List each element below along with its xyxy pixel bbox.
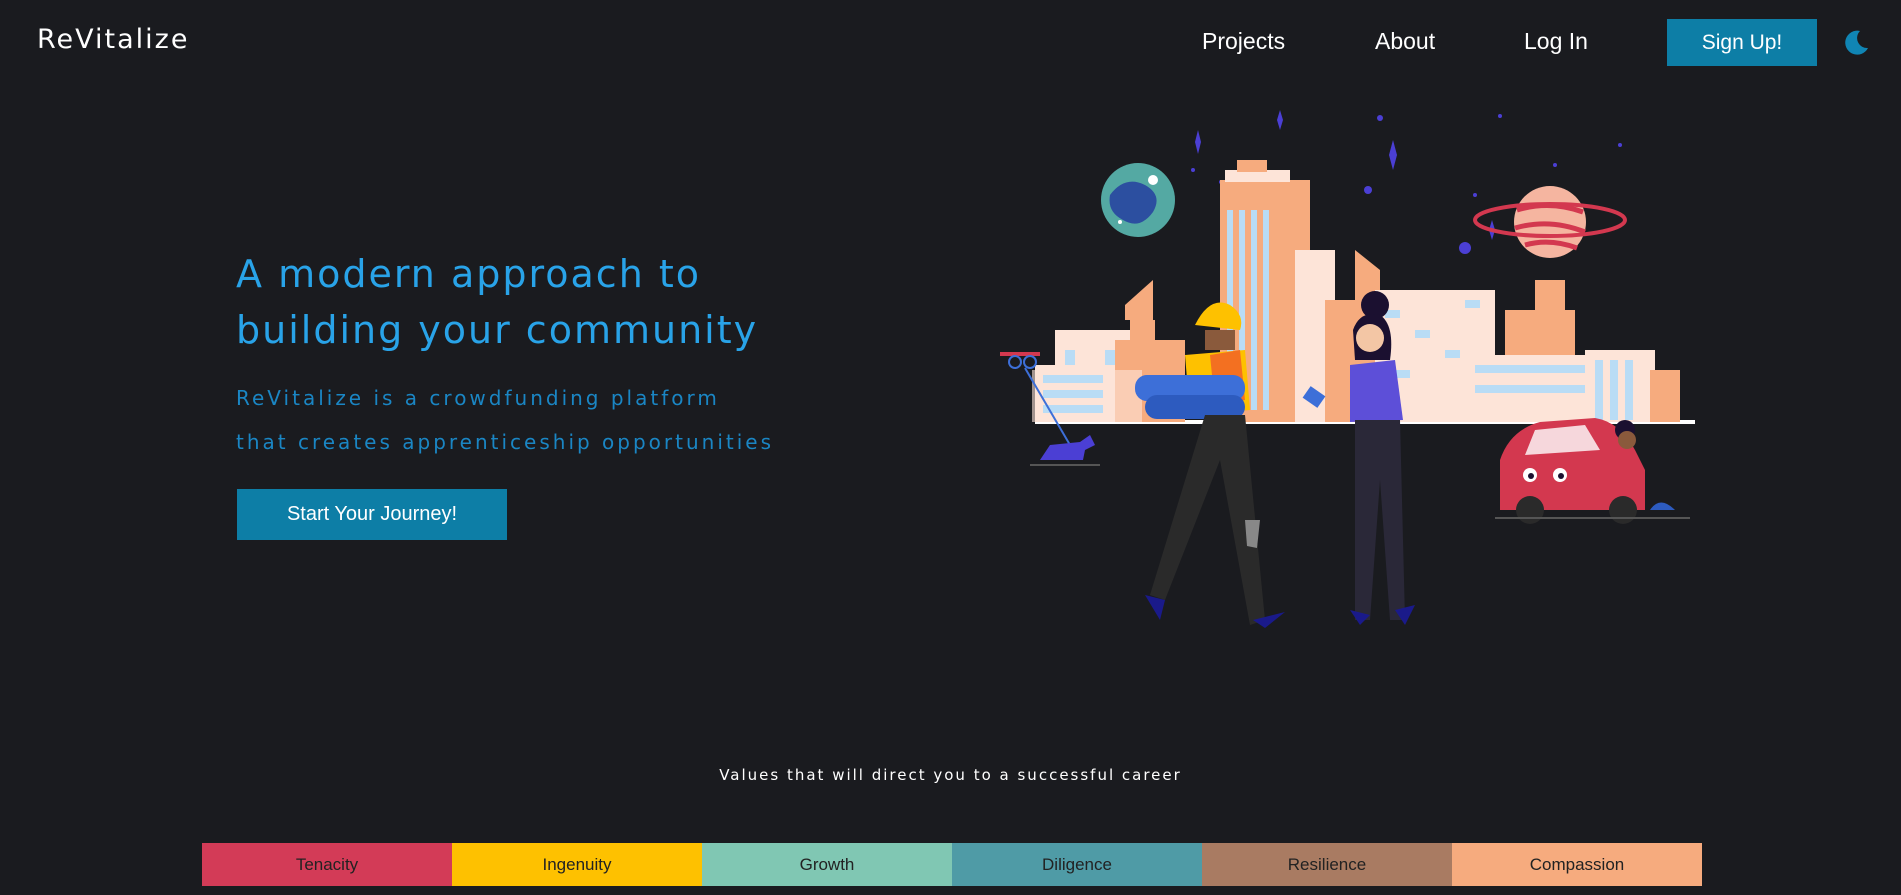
nav-link-login[interactable]: Log In [1524,28,1588,55]
signup-button[interactable]: Sign Up! [1667,19,1817,66]
value-tenacity: Tenacity [202,843,452,886]
value-growth: Growth [702,843,952,886]
value-ingenuity: Ingenuity [452,843,702,886]
moon-icon[interactable] [1842,28,1870,56]
value-compassion: Compassion [1452,843,1702,886]
hero-title-line: A modern approach to [236,252,702,296]
earth-planet [1101,163,1175,237]
car [1495,418,1690,524]
hero-subtitle: ReVitalize is a crowdfunding platform th… [236,376,774,464]
hero-title: A modern approach to building your commu… [236,246,758,358]
nav-link-about[interactable]: About [1375,28,1435,55]
city-illustration [1000,110,1695,628]
values-bar: Tenacity Ingenuity Growth Diligence Resi… [202,843,1702,886]
value-resilience: Resilience [1202,843,1452,886]
ringed-planet [1473,186,1627,258]
page: ReVitalize Projects About Log In Sign Up… [0,0,1901,895]
start-journey-button[interactable]: Start Your Journey! [237,489,507,540]
hero-subtitle-line: that creates apprenticeship opportunitie… [236,430,775,454]
hero-subtitle-line: ReVitalize is a crowdfunding platform [236,386,720,410]
values-caption: Values that will direct you to a success… [719,766,1182,784]
value-diligence: Diligence [952,843,1202,886]
nav-link-projects[interactable]: Projects [1202,28,1285,55]
hero-title-line: building your community [236,308,759,352]
logo[interactable]: ReVitalize [37,24,189,55]
